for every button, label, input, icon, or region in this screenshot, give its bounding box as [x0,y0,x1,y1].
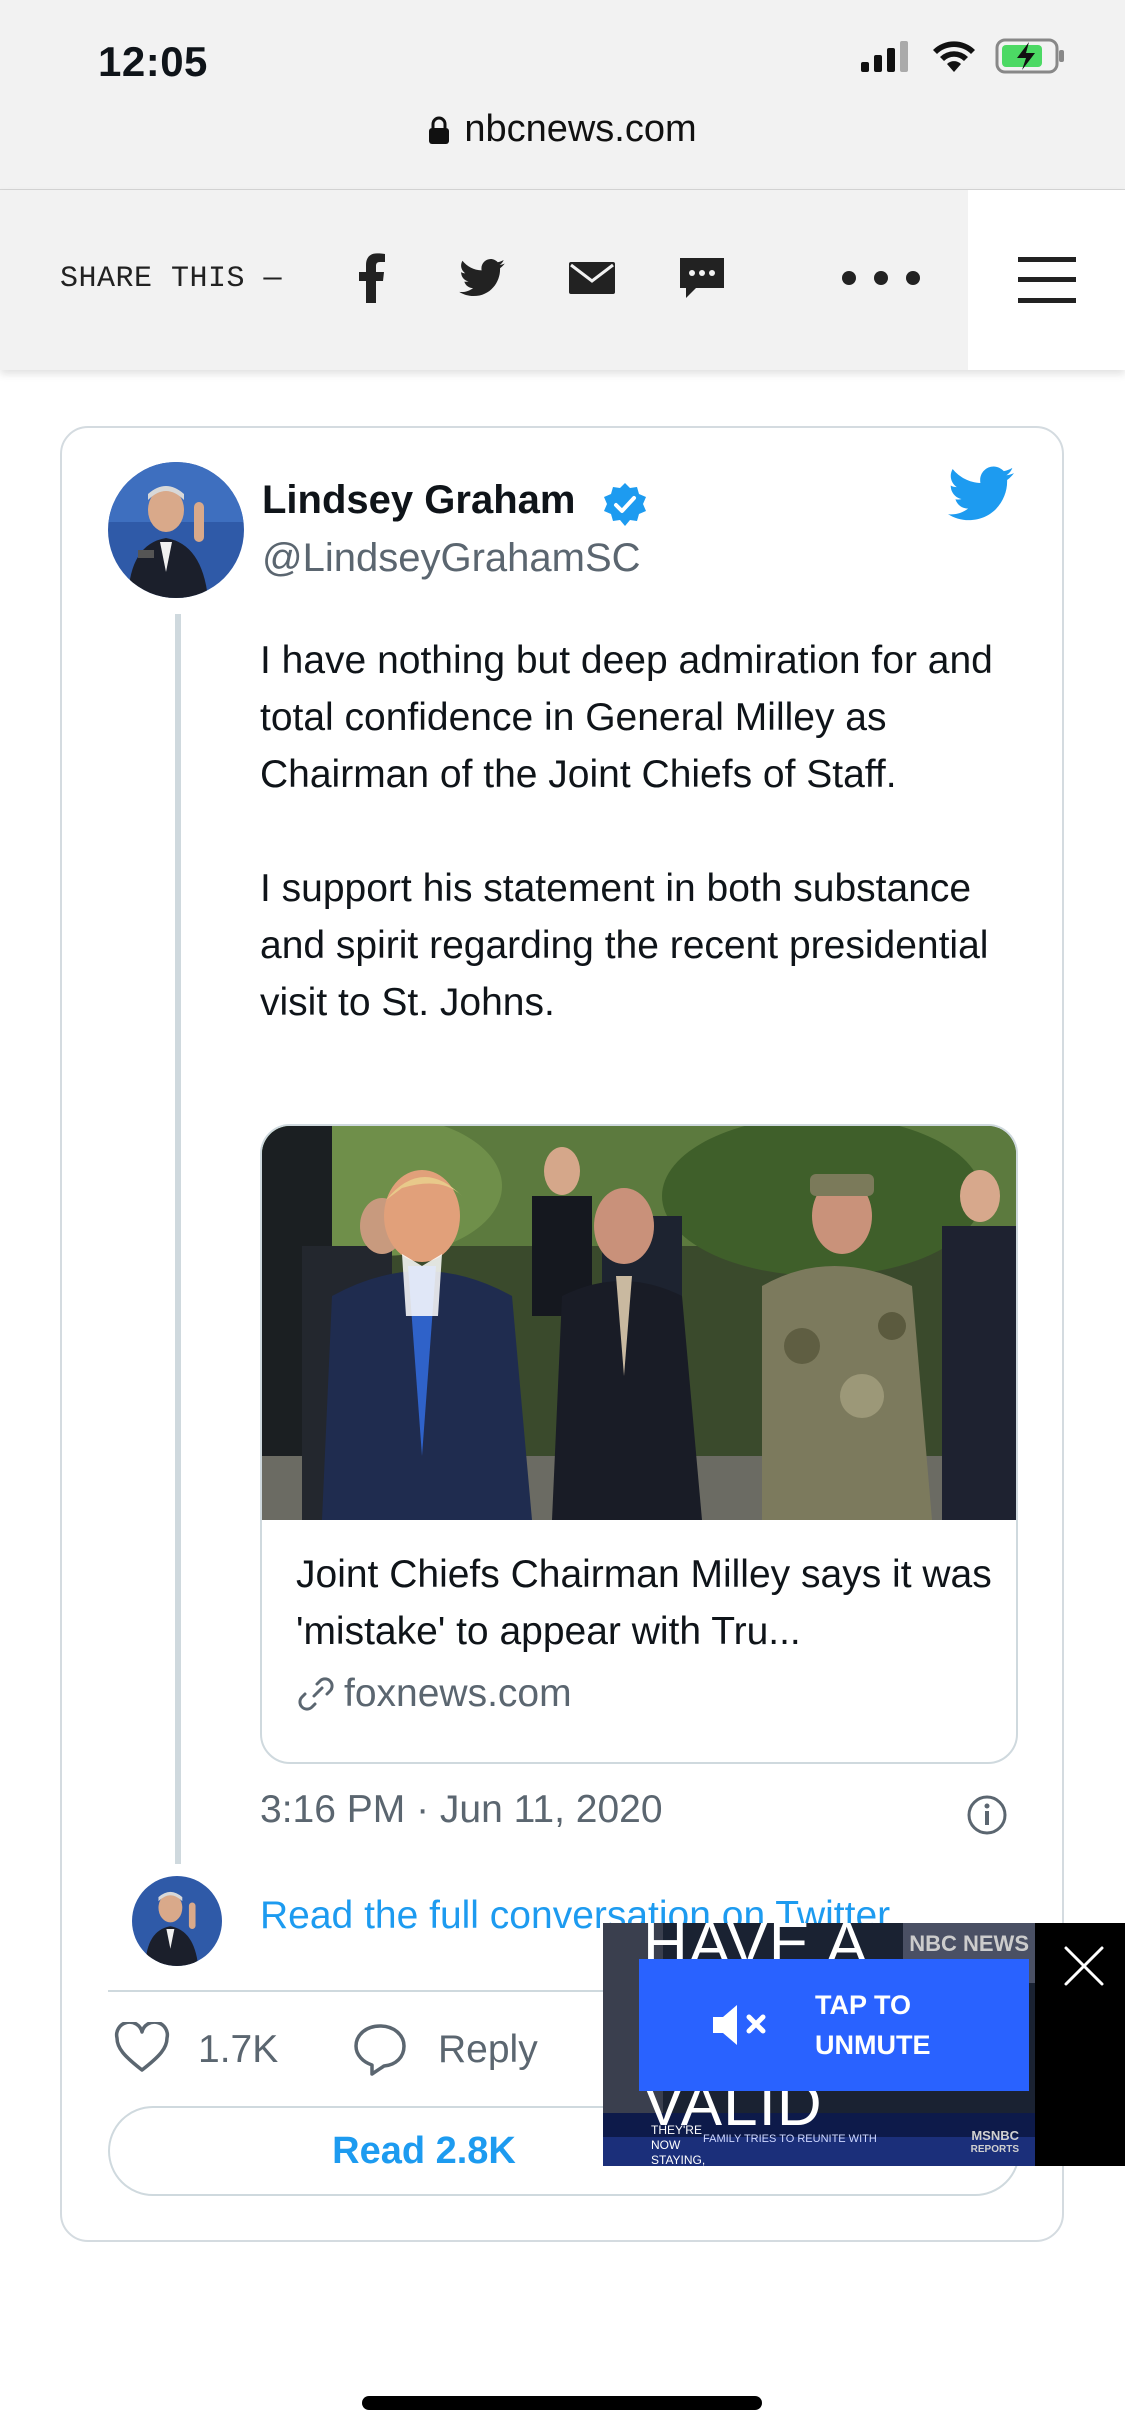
tweet-timestamp[interactable]: 3:16 PM · Jun 11, 2020 [260,1788,663,1832]
link-preview-domain-row: foxnews.com [296,1672,572,1716]
video-frame[interactable]: HAVE A NBC NEWS VALID THEY'RE NOW STAYIN… [603,1923,1035,2166]
hamburger-icon [1017,257,1076,303]
status-icons [861,38,1067,74]
video-close-area[interactable] [1035,1923,1125,2166]
close-icon[interactable] [1063,1945,1105,1987]
sms-icon[interactable] [672,248,732,308]
unmute-line-2: UNMUTE [815,2030,931,2060]
url-text: nbcnews.com [464,108,697,150]
tap-to-unmute-button[interactable]: TAP TO UNMUTE [639,1959,1029,2091]
msnbc-brand-name: MSNBC [971,2128,1019,2143]
unmute-text: TAP TO UNMUTE [815,1985,931,2065]
like-count[interactable]: 1.7K [198,2028,278,2072]
msnbc-brand-sub: REPORTS [970,2144,1019,2155]
reply-button[interactable]: Reply [438,2028,538,2072]
link-preview-title: Joint Chiefs Chairman Milley says it was… [296,1553,992,1653]
author-avatar[interactable] [108,462,244,598]
link-icon [298,1677,334,1711]
lock-icon [429,116,450,144]
muted-speaker-icon [713,2005,766,2045]
heart-icon[interactable] [114,2022,170,2074]
browser-top-bar: 12:05 nbcnews.com [0,0,1125,190]
nbc-news-tag: NBC NEWS [909,1931,1029,1956]
tweet-text: I have nothing but deep admiration for a… [260,639,993,1024]
conversation-avatar[interactable] [132,1876,222,1966]
author-name[interactable]: Lindsey Graham [262,478,575,523]
link-preview-image [262,1126,1016,1520]
msnbc-brand: MSNBC REPORTS [971,2129,1019,2157]
status-time: 12:05 [98,38,208,85]
thread-line [175,614,181,1864]
reply-icon[interactable] [352,2022,408,2076]
unmute-line-1: TAP TO [815,1990,912,2020]
author-handle[interactable]: @LindseyGrahamSC [262,536,641,581]
video-player-overlay[interactable]: HAVE A NBC NEWS VALID THEY'RE NOW STAYIN… [603,1923,1125,2166]
twitter-logo-icon[interactable] [948,466,1014,522]
video-ticker: THEY'RE NOW STAYING, THE BOY [651,2123,706,2166]
facebook-icon[interactable] [342,248,402,308]
home-indicator[interactable] [362,2396,762,2410]
twitter-share-icon[interactable] [452,248,512,308]
signal-icon [861,41,908,72]
share-label: SHARE THIS — [60,262,283,296]
link-preview-domain: foxnews.com [344,1672,572,1715]
email-icon[interactable] [562,248,622,308]
wifi-icon [933,41,975,72]
url-bar[interactable]: nbcnews.com [0,108,1125,151]
read-replies-label: Read 2.8K [332,2129,516,2172]
more-icon[interactable] [838,248,924,308]
menu-button[interactable] [968,190,1125,370]
verified-badge-icon [604,483,646,526]
info-icon[interactable] [966,1794,1008,1836]
video-ticker-sub: FAMILY TRIES TO REUNITE WITH [703,2133,877,2145]
link-preview-card[interactable]: Joint Chiefs Chairman Milley says it was… [260,1124,1018,1764]
share-bar: SHARE THIS — [0,190,1125,370]
battery-icon [995,38,1064,74]
